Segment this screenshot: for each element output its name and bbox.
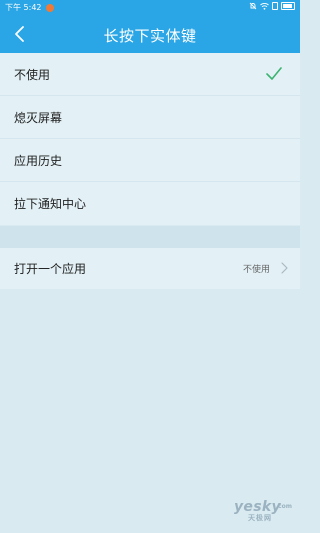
notification-icon (45, 3, 54, 12)
watermark-logo: yesky .com 天极网 (234, 499, 292, 523)
option-screen-off[interactable]: 熄灭屏幕 (0, 96, 300, 139)
status-time: 下午 5:42 (5, 3, 42, 12)
sim-icon (272, 2, 278, 10)
option-app-history[interactable]: 应用历史 (0, 139, 300, 182)
status-bar: 下午 5:42 (0, 0, 300, 15)
chevron-right-icon (279, 261, 289, 275)
open-app-value: 不使用 (242, 265, 270, 275)
wifi-icon (260, 2, 269, 10)
open-app-label: 打开一个应用 (14, 262, 87, 276)
title-bar: 长按下实体键 (0, 15, 300, 53)
option-list: 不使用 熄灭屏幕 应用历史 拉下通知中心 (0, 53, 300, 225)
open-app-setting[interactable]: 打开一个应用 不使用 (0, 248, 300, 289)
option-label: 不使用 (14, 67, 51, 82)
watermark-sub: 天极网 (248, 514, 272, 522)
option-label: 熄灭屏幕 (14, 110, 63, 125)
watermark-suffix: .com (275, 503, 292, 510)
check-icon (266, 67, 282, 81)
page-title: 长按下实体键 (103, 27, 197, 45)
option-label: 拉下通知中心 (14, 197, 87, 211)
alarm-off-icon (249, 2, 257, 10)
battery-icon (281, 2, 295, 10)
option-none[interactable]: 不使用 (0, 53, 300, 96)
option-notification-center[interactable]: 拉下通知中心 (0, 182, 300, 225)
section-divider (0, 226, 300, 248)
option-label: 应用历史 (14, 153, 63, 168)
